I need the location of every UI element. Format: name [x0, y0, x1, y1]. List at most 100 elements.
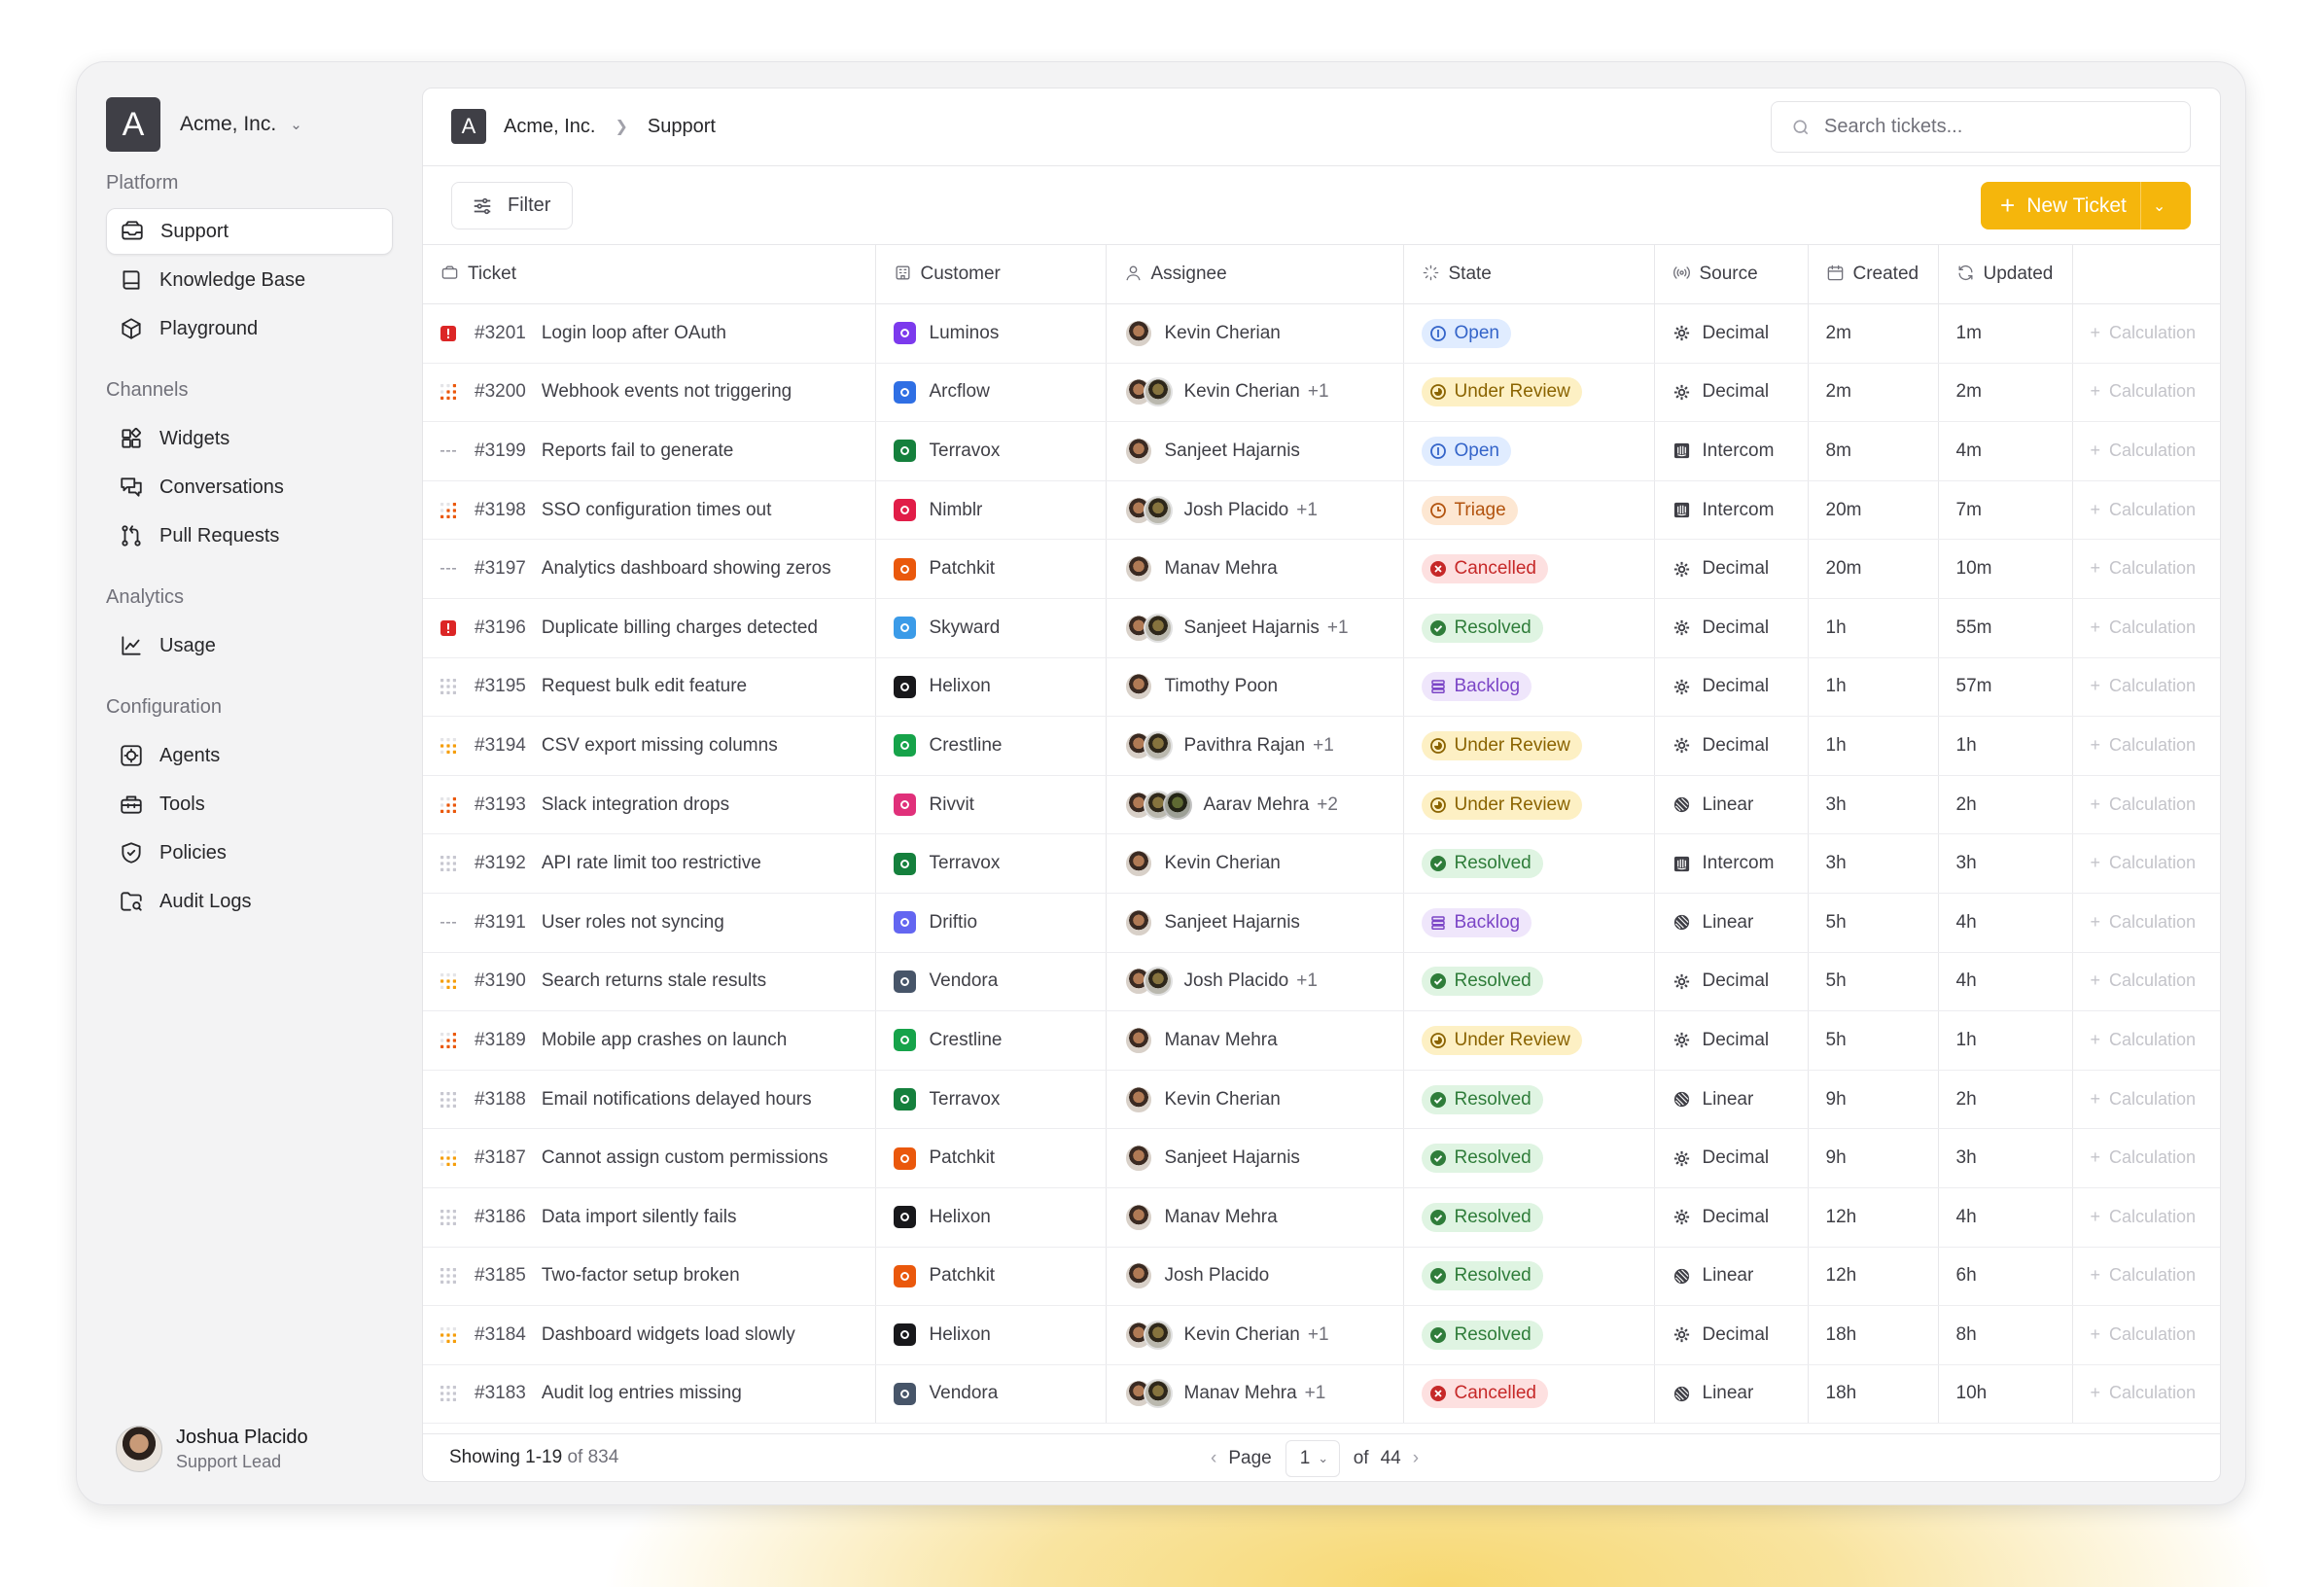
- assignee-cell[interactable]: Aarav Mehra +2: [1106, 775, 1404, 835]
- sidebar-item-support[interactable]: Support: [106, 208, 393, 255]
- calculation-cell[interactable]: + Calculation: [2072, 480, 2220, 541]
- ticket-cell[interactable]: #3201 Login loop after OAuth: [423, 303, 876, 364]
- assignee-cell[interactable]: Kevin Cherian: [1106, 1070, 1404, 1130]
- customer-cell[interactable]: Patchkit: [875, 1247, 1107, 1307]
- table-row[interactable]: #3185 Two-factor setup broken Patchkit Jo…: [423, 1247, 2220, 1307]
- chevron-right-icon[interactable]: ›: [1413, 1448, 1419, 1469]
- ticket-cell[interactable]: #3200 Webhook events not triggering: [423, 363, 876, 423]
- ticket-cell[interactable]: #3184 Dashboard widgets load slowly: [423, 1305, 876, 1365]
- customer-cell[interactable]: Vendora: [875, 952, 1107, 1012]
- state-cell[interactable]: Under Review: [1403, 716, 1655, 776]
- chevron-left-icon[interactable]: ‹: [1211, 1448, 1216, 1469]
- ticket-cell[interactable]: #3188 Email notifications delayed hours: [423, 1070, 876, 1130]
- state-badge[interactable]: Under Review: [1421, 790, 1582, 820]
- assignee-cell[interactable]: Kevin Cherian: [1106, 303, 1404, 364]
- sidebar-item-usage[interactable]: Usage: [106, 622, 393, 669]
- new-ticket-button[interactable]: + New Ticket ⌄: [1981, 182, 2191, 229]
- calculation-cell[interactable]: + Calculation: [2072, 1010, 2220, 1071]
- calculation-cell[interactable]: + Calculation: [2072, 893, 2220, 953]
- assignee-cell[interactable]: Sanjeet Hajarnis: [1106, 893, 1404, 953]
- customer-cell[interactable]: Helixon: [875, 657, 1107, 718]
- column-header-updated[interactable]: Updated: [1938, 244, 2073, 304]
- table-row[interactable]: #3183 Audit log entries missing Vendora M…: [423, 1364, 2220, 1425]
- sidebar-item-conversations[interactable]: Conversations: [106, 464, 393, 511]
- calculation-cell[interactable]: + Calculation: [2072, 421, 2220, 481]
- filter-button[interactable]: Filter: [451, 182, 573, 229]
- table-row[interactable]: #3195 Request bulk edit feature Helixon T…: [423, 657, 2220, 718]
- ticket-cell[interactable]: #3196 Duplicate billing charges detected: [423, 598, 876, 658]
- assignee-cell[interactable]: Manav Mehra: [1106, 1010, 1404, 1071]
- table-row[interactable]: #3187 Cannot assign custom permissions Pa…: [423, 1128, 2220, 1188]
- table-row[interactable]: #3193 Slack integration drops Rivvit Aara…: [423, 775, 2220, 835]
- assignee-cell[interactable]: Josh Placido: [1106, 1247, 1404, 1307]
- ticket-cell[interactable]: #3192 API rate limit too restrictive: [423, 833, 876, 894]
- calculation-cell[interactable]: + Calculation: [2072, 1364, 2220, 1425]
- sidebar-item-widgets[interactable]: Widgets: [106, 415, 393, 462]
- calculation-cell[interactable]: + Calculation: [2072, 657, 2220, 718]
- sidebar-item-playground[interactable]: Playground: [106, 305, 393, 352]
- table-row[interactable]: #3194 CSV export missing columns Crestlin…: [423, 716, 2220, 776]
- customer-cell[interactable]: Luminos: [875, 303, 1107, 364]
- state-cell[interactable]: Resolved: [1403, 1128, 1655, 1188]
- customer-cell[interactable]: Helixon: [875, 1305, 1107, 1365]
- ticket-cell[interactable]: #3191 User roles not syncing: [423, 893, 876, 953]
- calculation-cell[interactable]: + Calculation: [2072, 1187, 2220, 1248]
- ticket-cell[interactable]: #3195 Request bulk edit feature: [423, 657, 876, 718]
- table-row[interactable]: #3190 Search returns stale results Vendor…: [423, 952, 2220, 1012]
- state-badge[interactable]: Under Review: [1421, 730, 1582, 760]
- state-badge[interactable]: Cancelled: [1421, 554, 1548, 584]
- table-row[interactable]: #3200 Webhook events not triggering Arcfl…: [423, 363, 2220, 423]
- customer-cell[interactable]: Terravox: [875, 833, 1107, 894]
- assignee-cell[interactable]: Josh Placido +1: [1106, 952, 1404, 1012]
- chevron-down-icon[interactable]: ⌄: [2153, 196, 2166, 216]
- assignee-cell[interactable]: Pavithra Rajan +1: [1106, 716, 1404, 776]
- org-switcher[interactable]: A Acme, Inc. ⌄: [106, 97, 393, 152]
- assignee-cell[interactable]: Manav Mehra: [1106, 539, 1404, 599]
- column-header-assignee[interactable]: Assignee: [1106, 244, 1404, 304]
- customer-cell[interactable]: Driftio: [875, 893, 1107, 953]
- state-cell[interactable]: Resolved: [1403, 1247, 1655, 1307]
- customer-cell[interactable]: Nimblr: [875, 480, 1107, 541]
- state-cell[interactable]: Resolved: [1403, 833, 1655, 894]
- sidebar-item-agents[interactable]: Agents: [106, 732, 393, 779]
- calculation-cell[interactable]: + Calculation: [2072, 1247, 2220, 1307]
- search-input[interactable]: [1824, 116, 2174, 138]
- customer-cell[interactable]: Crestline: [875, 1010, 1107, 1071]
- column-header-actions[interactable]: [2072, 244, 2220, 304]
- table-row[interactable]: #3184 Dashboard widgets load slowly Helix…: [423, 1305, 2220, 1365]
- assignee-cell[interactable]: Manav Mehra: [1106, 1187, 1404, 1248]
- state-cell[interactable]: Open: [1403, 421, 1655, 481]
- table-row[interactable]: #3191 User roles not syncing Driftio Sanj…: [423, 893, 2220, 953]
- customer-cell[interactable]: Skyward: [875, 598, 1107, 658]
- state-badge[interactable]: Resolved: [1421, 1261, 1543, 1291]
- ticket-cell[interactable]: #3190 Search returns stale results: [423, 952, 876, 1012]
- customer-cell[interactable]: Rivvit: [875, 775, 1107, 835]
- ticket-cell[interactable]: #3193 Slack integration drops: [423, 775, 876, 835]
- column-header-state[interactable]: State: [1403, 244, 1655, 304]
- state-badge[interactable]: Resolved: [1421, 1320, 1543, 1350]
- ticket-cell[interactable]: #3187 Cannot assign custom permissions: [423, 1128, 876, 1188]
- calculation-cell[interactable]: + Calculation: [2072, 1305, 2220, 1365]
- table-row[interactable]: #3201 Login loop after OAuth Luminos Kevi…: [423, 303, 2220, 364]
- breadcrumb-org[interactable]: Acme, Inc.: [504, 116, 595, 138]
- customer-cell[interactable]: Patchkit: [875, 539, 1107, 599]
- user-profile[interactable]: Joshua Placido Support Lead: [116, 1426, 308, 1472]
- state-badge[interactable]: Backlog: [1421, 672, 1532, 702]
- table-row[interactable]: #3199 Reports fail to generate Terravox S…: [423, 421, 2220, 481]
- table-row[interactable]: #3186 Data import silently fails Helixon …: [423, 1187, 2220, 1248]
- sidebar-item-pull-requests[interactable]: Pull Requests: [106, 512, 393, 559]
- table-row[interactable]: #3189 Mobile app crashes on launch Crestl…: [423, 1010, 2220, 1071]
- customer-cell[interactable]: Terravox: [875, 1070, 1107, 1130]
- ticket-cell[interactable]: #3185 Two-factor setup broken: [423, 1247, 876, 1307]
- customer-cell[interactable]: Patchkit: [875, 1128, 1107, 1188]
- state-badge[interactable]: Triage: [1421, 495, 1518, 525]
- calculation-cell[interactable]: + Calculation: [2072, 539, 2220, 599]
- calculation-cell[interactable]: + Calculation: [2072, 363, 2220, 423]
- ticket-cell[interactable]: #3189 Mobile app crashes on launch: [423, 1010, 876, 1071]
- customer-cell[interactable]: Crestline: [875, 716, 1107, 776]
- assignee-cell[interactable]: Timothy Poon: [1106, 657, 1404, 718]
- ticket-cell[interactable]: #3186 Data import silently fails: [423, 1187, 876, 1248]
- state-cell[interactable]: Backlog: [1403, 893, 1655, 953]
- state-badge[interactable]: Resolved: [1421, 967, 1543, 997]
- state-cell[interactable]: Open: [1403, 303, 1655, 364]
